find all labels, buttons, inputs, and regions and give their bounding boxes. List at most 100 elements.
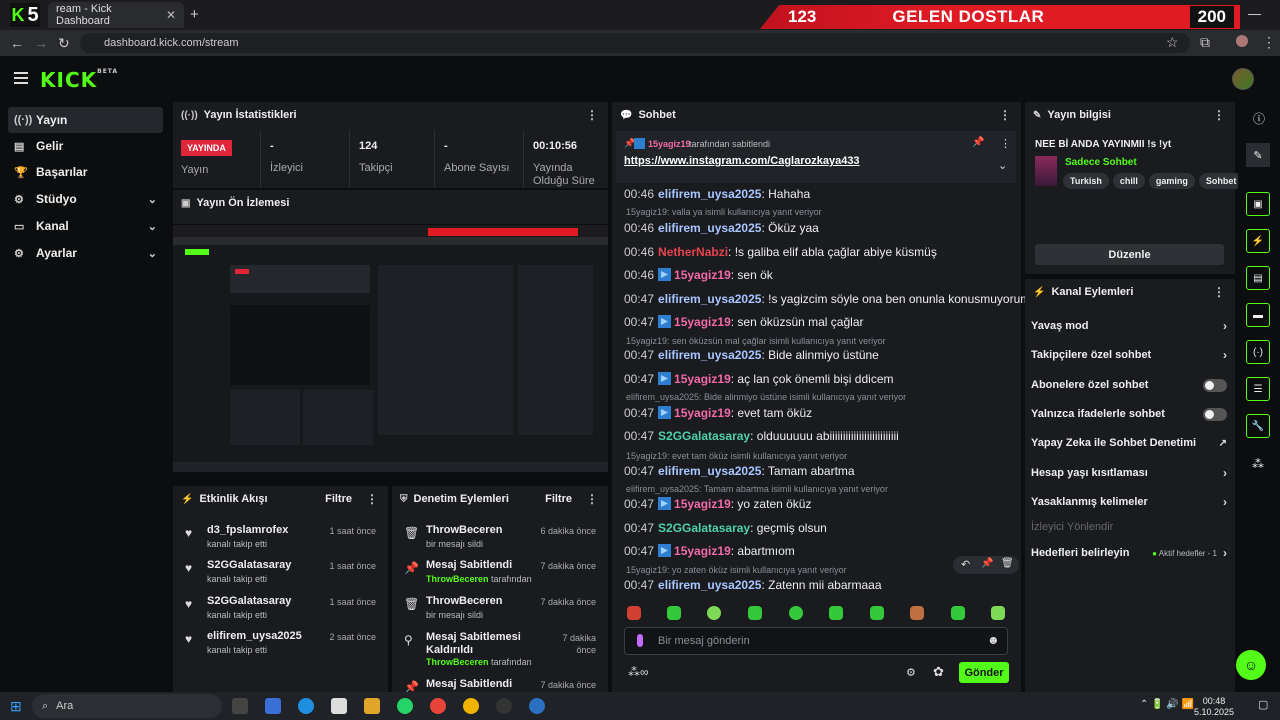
emote-icon[interactable] [789, 606, 803, 620]
emoji-icon[interactable]: ☻ [987, 633, 1000, 647]
close-tab-icon[interactable]: ✕ [166, 8, 176, 22]
chat-username[interactable]: 15yagiz19 [674, 544, 731, 558]
subs-only-toggle[interactable] [1203, 378, 1227, 392]
chat-options-icon[interactable]: ⁂∞ [628, 665, 649, 679]
pinned-link[interactable]: https://www.instagram.com/Caglarozkaya43… [624, 155, 860, 167]
tag[interactable]: gaming [1148, 173, 1195, 189]
task-view-icon[interactable] [232, 698, 248, 714]
filter-button[interactable]: Filtre [545, 493, 572, 505]
chat-message[interactable]: 00:47 elifirem_uysa2025: Zatenn mii abarm… [624, 578, 882, 592]
emote-icon[interactable] [910, 606, 924, 620]
emote-icon[interactable] [991, 606, 1005, 620]
emote-icon[interactable] [707, 606, 721, 620]
nav-item-basarilar[interactable]: 🏆 Başarılar [8, 159, 163, 185]
activity-user[interactable]: d3_fpslamrofex [207, 524, 288, 536]
emote-icon[interactable] [870, 606, 884, 620]
chat-username[interactable]: 15yagiz19 [674, 497, 731, 511]
minimize-icon[interactable]: — [1248, 6, 1261, 21]
chat-input[interactable]: Bir mesaj gönderin ☻ [624, 627, 1008, 655]
list-icon[interactable]: ▤ [1246, 266, 1270, 290]
tag[interactable]: chill [1112, 173, 1145, 189]
more-options-icon[interactable]: ⋮ [1213, 285, 1225, 299]
taskbar-clock[interactable]: 00:48 5.10.2025 [1194, 696, 1234, 718]
more-options-icon[interactable]: ⋮ [1000, 137, 1011, 150]
unpin-icon[interactable]: 📌 [972, 137, 984, 148]
chat-message[interactable]: 00:47 elifirem_uysa2025: Bide alinmiyo üs… [624, 348, 879, 362]
activity-user[interactable]: S2GGalatasaray [207, 595, 291, 607]
more-options-icon[interactable]: ⋮ [366, 492, 378, 506]
emote-only-toggle[interactable] [1203, 407, 1227, 421]
nav-item-yayin[interactable]: ((·)) Yayın [8, 107, 163, 133]
extensions-icon[interactable]: ⧉ [1200, 34, 1210, 51]
browser-tab[interactable]: ream - Kick Dashboard ✕ [48, 2, 184, 28]
emote-icon[interactable] [829, 606, 843, 620]
menu-icon[interactable] [14, 72, 28, 87]
chat-username[interactable]: 15yagiz19 [674, 315, 731, 329]
activity-user[interactable]: elifirem_uysa2025 [207, 630, 302, 642]
capcut-icon[interactable] [331, 698, 347, 714]
pin-icon[interactable]: 📌 [981, 558, 993, 569]
edit-button[interactable]: Düzenle [1035, 244, 1224, 265]
taskbar-search[interactable]: ⌕ Ara [32, 694, 222, 718]
more-options-icon[interactable]: ⋮ [1213, 108, 1225, 122]
more-options-icon[interactable]: ⋮ [586, 492, 598, 506]
pencil-icon[interactable]: ✎ [1246, 143, 1270, 167]
chat-message[interactable]: 00:46 15yagiz19: sen ök [624, 268, 773, 282]
chat-username[interactable]: elifirem_uysa2025 [658, 348, 761, 362]
nav-item-studyo[interactable]: ⚙ Stüdyo ⌄ [8, 186, 163, 212]
chat-username[interactable]: 15yagiz19 [674, 406, 731, 420]
chat-username[interactable]: elifirem_uysa2025 [658, 578, 761, 592]
emote-icon[interactable] [748, 606, 762, 620]
chat-username[interactable]: elifirem_uysa2025 [658, 464, 761, 478]
more-options-icon[interactable]: ⋮ [586, 108, 598, 122]
reply-icon[interactable]: ↶ [961, 558, 970, 571]
chat-message[interactable]: 00:46 elifirem_uysa2025: Hahaha [624, 187, 810, 201]
emote-icon[interactable] [627, 606, 641, 620]
chat-username[interactable]: 15yagiz19 [674, 268, 731, 282]
chat-username[interactable]: NetherNabzi [658, 245, 728, 259]
action-goals[interactable]: Hedefleri belirleyin ● Aktif hedefler - … [1031, 543, 1227, 563]
chevron-down-icon[interactable]: ⌄ [998, 159, 1007, 172]
chat-message[interactable]: 00:47 15yagiz19: yo zaten öküz [624, 497, 811, 511]
nav-item-ayarlar[interactable]: ⚙ Ayarlar ⌄ [8, 240, 163, 266]
action-account-age[interactable]: Hesap yaşı kısıtlaması › [1031, 463, 1227, 483]
wrench-icon[interactable]: 🔧 [1246, 414, 1270, 438]
reload-icon[interactable]: ↻ [58, 35, 70, 52]
moderation-user[interactable]: ThrowBeceren [426, 657, 489, 667]
store-icon[interactable] [265, 698, 281, 714]
tray-icons[interactable]: ⌃ 🔋 🔊 📶 [1140, 699, 1194, 710]
chat-icon[interactable]: ▬ [1246, 303, 1270, 327]
profile-icon[interactable] [1236, 35, 1248, 47]
obs-icon[interactable] [496, 698, 512, 714]
chat-message[interactable]: 00:47 elifirem_uysa2025: !s yagizcim söyl… [624, 292, 1030, 306]
tag[interactable]: Sohbet [1198, 173, 1244, 189]
chat-message[interactable]: 00:47 elifirem_uysa2025: Tamam abartma [624, 464, 855, 478]
chrome-active-icon[interactable] [463, 698, 479, 714]
chat-username[interactable]: S2GGalatasaray [658, 521, 750, 535]
chat-message[interactable]: 00:47 S2GGalatasaray: olduuuuuu abiiiiiii… [624, 429, 899, 443]
send-button[interactable]: Gönder [959, 662, 1009, 683]
chat-username[interactable]: 15yagiz19 [674, 372, 731, 386]
chat-message[interactable]: 00:47 15yagiz19: aç lan çok önemli bişi d… [624, 372, 894, 386]
nav-item-kanal[interactable]: ▭ Kanal ⌄ [8, 213, 163, 239]
chat-message[interactable]: 00:47 15yagiz19: evet tam öküz [624, 406, 812, 420]
action-banned-words[interactable]: Yasaklanmış kelimeler › [1031, 492, 1227, 512]
help-chat-button[interactable]: ☺ [1236, 650, 1266, 680]
nav-item-gelir[interactable]: ▤ Gelir [8, 133, 163, 159]
emote-icon[interactable] [951, 606, 965, 620]
chat-username[interactable]: elifirem_uysa2025 [658, 187, 761, 201]
moderation-user[interactable]: ThrowBeceren [426, 595, 502, 607]
filter-button[interactable]: Filtre [325, 493, 352, 505]
tag[interactable]: Turkish [1063, 173, 1109, 189]
chat-message[interactable]: 00:46 NetherNabzi: !s galiba elif abla ça… [624, 245, 937, 259]
more-options-icon[interactable]: ⋮ [999, 108, 1011, 122]
action-followers-only[interactable]: Takipçilere özel sohbet › [1031, 345, 1227, 365]
action-ai-moderation[interactable]: Yapay Zeka ile Sohbet Denetimi ↗ [1031, 433, 1227, 453]
whatsapp-icon[interactable] [397, 698, 413, 714]
bolt-icon[interactable]: ⚡ [1246, 229, 1270, 253]
emote-icon[interactable] [667, 606, 681, 620]
gear-icon[interactable]: ⚙ [906, 666, 916, 679]
mic-icon[interactable] [637, 634, 643, 647]
browser-menu-icon[interactable]: ⋮ [1262, 34, 1276, 51]
user-avatar[interactable] [1232, 68, 1254, 90]
